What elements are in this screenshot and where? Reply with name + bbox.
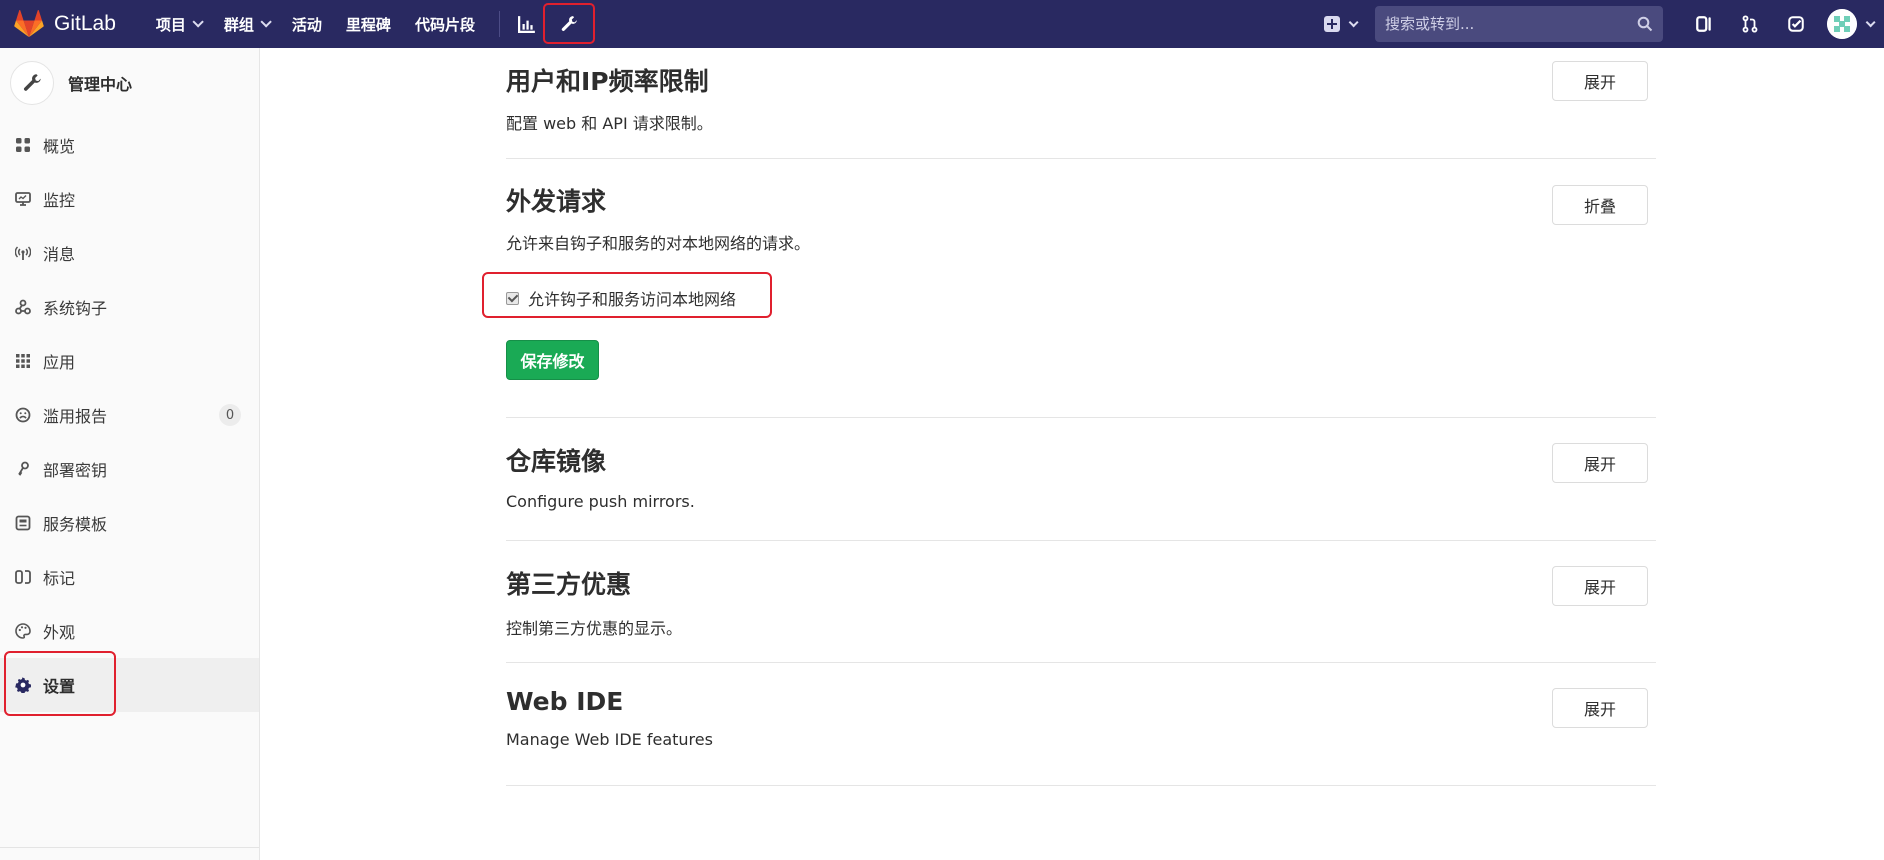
sidebar-item-label: 标记 — [43, 569, 76, 588]
expand-button[interactable]: 展开 — [1552, 61, 1648, 101]
brand-name: GitLab — [54, 12, 116, 35]
hook-icon — [15, 299, 31, 315]
key-icon — [18, 461, 29, 476]
highlight-checkbox-box — [482, 272, 772, 318]
sidebar-item-deploy-keys[interactable]: 部署密钥 — [0, 442, 259, 496]
chevron-down-icon — [1865, 16, 1876, 27]
section-third-party-offers: 第三方优惠 控制第三方优惠的显示。 展开 — [506, 541, 1656, 663]
template-icon — [15, 515, 31, 531]
sidebar-item-label: 应用 — [43, 353, 76, 372]
section-rate-limits: 用户和IP频率限制 配置 web 和 API 请求限制。 展开 — [506, 48, 1656, 159]
user-menu[interactable] — [1827, 9, 1876, 39]
nav-activity-label: 活动 — [291, 15, 322, 34]
sidebar-item-label: 服务模板 — [43, 515, 108, 534]
sidebar-item-system-hooks[interactable]: 系统钩子 — [0, 280, 259, 334]
nav-divider — [498, 11, 500, 37]
nav-projects[interactable]: 项目 — [155, 14, 204, 35]
section-title: 用户和IP频率限制 — [506, 67, 709, 96]
abuse-count-badge: 0 — [219, 404, 241, 426]
sidebar-item-label: 监控 — [43, 191, 76, 210]
section-desc: Configure push mirrors. — [506, 492, 695, 511]
save-changes-button[interactable]: 保存修改 — [506, 340, 599, 380]
avatar — [1827, 9, 1857, 39]
section-outbound-requests: 外发请求 允许来自钩子和服务的对本地网络的请求。 折叠 允许钩子和服务访问本地网… — [482, 159, 1656, 418]
sidebar-item-label: 消息 — [43, 245, 76, 264]
new-dropdown[interactable] — [1324, 16, 1359, 32]
search-icon[interactable] — [1637, 16, 1653, 32]
palette-icon — [15, 623, 31, 639]
todo-icon[interactable] — [1773, 0, 1819, 48]
sidebar-item-messages[interactable]: 消息 — [0, 226, 259, 280]
nav-groups-label: 群组 — [223, 15, 254, 34]
admin-avatar — [10, 61, 54, 105]
plus-square-icon — [1324, 16, 1340, 32]
expand-button[interactable]: 展开 — [1552, 566, 1648, 606]
search-input[interactable] — [1385, 15, 1637, 33]
nav-snippets-label: 代码片段 — [414, 15, 475, 34]
section-title: Web IDE — [506, 687, 624, 716]
brand[interactable]: GitLab — [14, 0, 116, 48]
sidebar-title: 管理中心 — [68, 75, 133, 94]
section-desc: 允许来自钩子和服务的对本地网络的请求。 — [506, 234, 811, 253]
overview-icon — [16, 138, 30, 152]
sidebar-item-applications[interactable]: 应用 — [0, 334, 259, 388]
merge-request-icon[interactable] — [1727, 0, 1773, 48]
highlight-wrench-box — [543, 3, 595, 44]
sidebar-item-overview[interactable]: 概览 — [0, 118, 259, 172]
gitlab-logo-icon — [14, 10, 44, 38]
labels-icon — [15, 570, 31, 584]
expand-button[interactable]: 展开 — [1552, 688, 1648, 728]
sidebar-item-labels[interactable]: 标记 — [0, 550, 259, 604]
monitor-icon — [15, 192, 31, 206]
expand-button[interactable]: 展开 — [1552, 443, 1648, 483]
broadcast-icon — [15, 246, 31, 260]
sidebar-item-monitoring[interactable]: 监控 — [0, 172, 259, 226]
sidebar-header[interactable]: 管理中心 — [0, 48, 259, 118]
section-title: 第三方优惠 — [506, 570, 632, 599]
nav-milestones[interactable]: 里程碑 — [346, 14, 391, 35]
sidebar-item-label: 系统钩子 — [43, 299, 108, 318]
sidebar-item-appearance[interactable]: 外观 — [0, 604, 259, 658]
nav-groups[interactable]: 群组 — [223, 14, 272, 35]
issues-icon[interactable] — [1681, 0, 1727, 48]
sidebar-item-label: 滥用报告 — [43, 407, 108, 426]
nav-projects-label: 项目 — [155, 15, 186, 34]
apps-icon — [16, 354, 30, 368]
wrench-icon — [23, 74, 41, 91]
abuse-icon — [15, 407, 31, 423]
sidebar-item-label: 部署密钥 — [43, 461, 108, 480]
chevron-down-icon — [192, 16, 204, 28]
sidebar-divider — [0, 847, 259, 848]
sidebar-item-label: 概览 — [43, 137, 76, 156]
chevron-down-icon — [260, 16, 272, 28]
chart-icon[interactable] — [510, 7, 544, 41]
section-web-ide: Web IDE Manage Web IDE features 展开 — [506, 663, 1656, 786]
section-desc: Manage Web IDE features — [506, 730, 713, 749]
settings-content: 用户和IP频率限制 配置 web 和 API 请求限制。 展开 外发请求 允许来… — [482, 48, 1656, 786]
top-navbar: GitLab 项目 群组 活动 里程碑 代码片段 — [0, 0, 1884, 48]
section-desc: 配置 web 和 API 请求限制。 — [506, 114, 713, 133]
sidebar-item-service-templates[interactable]: 服务模板 — [0, 496, 259, 550]
highlight-settings-box — [4, 651, 116, 716]
section-title: 仓库镜像 — [506, 447, 607, 476]
chevron-down-icon — [1348, 16, 1359, 27]
sidebar-item-label: 外观 — [43, 623, 76, 642]
nav-milestones-label: 里程碑 — [345, 15, 391, 34]
nav-activity[interactable]: 活动 — [292, 14, 322, 35]
nav-snippets[interactable]: 代码片段 — [415, 14, 475, 35]
sidebar-item-abuse-reports[interactable]: 滥用报告 0 — [0, 388, 259, 442]
section-repository-mirrors: 仓库镜像 Configure push mirrors. 展开 — [506, 418, 1656, 541]
sidebar: 管理中心 概览 监控 消息 系统钩子 应用 滥用报告 0 部署密钥 服务模板 标… — [0, 48, 260, 860]
collapse-button[interactable]: 折叠 — [1552, 185, 1648, 225]
search-box — [1375, 6, 1663, 42]
section-title: 外发请求 — [506, 187, 607, 216]
section-desc: 控制第三方优惠的显示。 — [506, 619, 683, 638]
